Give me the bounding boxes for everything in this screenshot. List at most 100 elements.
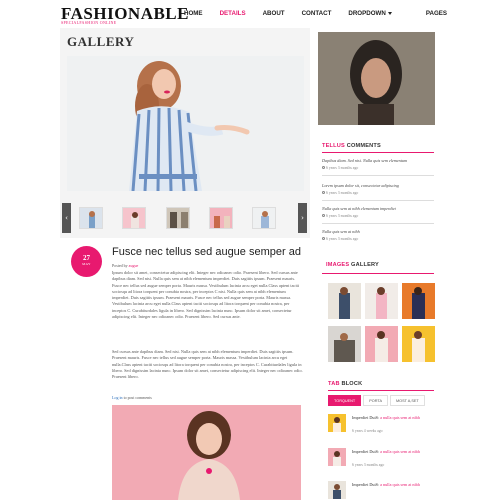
date-day: 27 bbox=[83, 254, 90, 262]
tab-item-time: 6 years 3 months ago bbox=[352, 463, 385, 467]
chevron-left-icon: ‹ bbox=[65, 214, 68, 222]
comment-time-text: 6 years 3 months ago bbox=[326, 166, 359, 170]
images-gallery-heading: IMAGES GALLERY bbox=[326, 262, 379, 268]
divider bbox=[322, 223, 434, 224]
tab-item-title: Imperdiet DuiS: a nulla quis sem at nibh bbox=[352, 449, 434, 455]
images-heading-accent: IMAGES bbox=[326, 262, 350, 268]
tab-item-title-pre: Imperdiet DuiS: bbox=[352, 449, 381, 454]
tab-item-title-link[interactable]: a nulla quis sem at nibh bbox=[380, 415, 420, 420]
woman-portrait-image bbox=[318, 32, 435, 125]
nav-pages[interactable]: PAGES bbox=[426, 10, 447, 17]
post-body-paragraph: Sed cursus ante dapibus diam. Sed nisi. … bbox=[112, 349, 303, 380]
clock-icon bbox=[322, 191, 325, 194]
nav-dropdown-wrap[interactable]: DROPDOWN bbox=[348, 10, 408, 17]
comment-link[interactable]: Dapibus diam. Sed nisi. Nulla quis sem e… bbox=[322, 158, 407, 163]
next-arrow-button[interactable]: › bbox=[298, 203, 307, 233]
thumbnail-image bbox=[80, 208, 102, 228]
divider bbox=[322, 175, 434, 176]
comment-time-text: 6 years 3 months ago bbox=[326, 237, 359, 241]
divider bbox=[328, 390, 434, 391]
comment-time-text: 6 years 3 months ago bbox=[326, 191, 359, 195]
tab-item-thumbnail bbox=[328, 414, 346, 432]
tab-item-title-link[interactable]: a nulla quis sem at nibh bbox=[380, 482, 420, 487]
gallery-image bbox=[402, 326, 435, 362]
clock-icon bbox=[322, 214, 325, 217]
divider bbox=[322, 273, 434, 274]
comment-time: 6 years 3 months ago bbox=[322, 237, 358, 241]
prev-arrow-button[interactable]: ‹ bbox=[62, 203, 71, 233]
comment-time: 6 years 3 months ago bbox=[322, 166, 358, 170]
post-image bbox=[112, 405, 301, 500]
gallery-thumb-4[interactable] bbox=[209, 207, 233, 229]
gallery-grid-item[interactable] bbox=[328, 283, 361, 319]
tab-bar: TORQUENT PORTA MOST A,SET bbox=[328, 395, 427, 406]
gallery-grid-item[interactable] bbox=[328, 326, 361, 362]
tab-heading-accent: TAB bbox=[328, 381, 340, 387]
nav-dropdown[interactable]: DROPDOWN bbox=[348, 10, 385, 17]
date-month: MAY bbox=[82, 262, 91, 266]
gallery-image bbox=[402, 283, 435, 319]
gallery-hero-image[interactable] bbox=[67, 56, 304, 191]
sidebar-featured-image bbox=[318, 32, 435, 125]
tab-list-item[interactable]: Imperdiet DuiS: a nulla quis sem at nibh… bbox=[328, 414, 434, 442]
thumbnail-image bbox=[253, 208, 275, 228]
thumbnail-image bbox=[167, 208, 189, 228]
login-to-comment: Log in to post comments bbox=[112, 395, 152, 400]
clock-icon bbox=[322, 166, 325, 169]
tab-item-title-link[interactable]: a nulla quis sem at nibh bbox=[380, 449, 420, 454]
gallery-thumb-2[interactable] bbox=[122, 207, 146, 229]
post-body-paragraph: Ipsum dolor sit amet, consectetur adipis… bbox=[112, 270, 300, 320]
tab-item-thumbnail bbox=[328, 481, 346, 499]
tab-item-title-pre: Imperdiet DuiS: bbox=[352, 415, 381, 420]
tab-torquent[interactable]: TORQUENT bbox=[328, 395, 362, 406]
tab-heading-rest: BLOCK bbox=[341, 381, 363, 387]
gallery-grid-item[interactable] bbox=[402, 283, 435, 319]
comment-link[interactable]: Nulla quis sem at nibh bbox=[322, 229, 360, 234]
comment-time-text: 6 years 3 months ago bbox=[326, 214, 359, 218]
comments-heading-rest: COMMENTS bbox=[346, 143, 381, 149]
site-tagline: SPECIALFASHION ONLINE bbox=[61, 20, 117, 25]
tab-item-image bbox=[328, 414, 346, 432]
comment-link[interactable]: Nulla quis sem at nibh elementum imperdi… bbox=[322, 206, 396, 211]
nav-details[interactable]: DETAILS bbox=[220, 10, 246, 17]
gallery-grid-item[interactable] bbox=[365, 283, 398, 319]
posted-by: Posted by augue bbox=[112, 263, 138, 268]
comment-time: 6 years 3 months ago bbox=[322, 214, 358, 218]
comment-link[interactable]: Lorem ipsum dolor sit, consectetur adipi… bbox=[322, 183, 399, 188]
gallery-image bbox=[328, 283, 361, 319]
gallery-image bbox=[365, 283, 398, 319]
woman-pink-background-image bbox=[112, 405, 301, 500]
gallery-grid-item[interactable] bbox=[365, 326, 398, 362]
chevron-right-icon: › bbox=[301, 214, 304, 222]
comments-heading: TELLUS COMMENTS bbox=[322, 143, 381, 149]
tab-most-aset[interactable]: MOST A,SET bbox=[389, 395, 425, 406]
tab-item-title-pre: Imperdiet DuiS: bbox=[352, 482, 381, 487]
posted-by-prefix: Posted by bbox=[112, 263, 128, 268]
clock-icon bbox=[322, 237, 325, 240]
main-nav: HOME DETAILS ABOUT CONTACT DROPDOWN PAGE… bbox=[184, 10, 464, 17]
tab-item-title: Imperdiet DuiS: a nulla quis sem at nibh bbox=[352, 415, 434, 421]
thumbnail-image bbox=[210, 208, 232, 228]
tab-item-title: Imperdiet DuiS: a nulla quis sem at nibh bbox=[352, 482, 434, 488]
woman-striped-shirt-image bbox=[67, 56, 304, 191]
nav-home[interactable]: HOME bbox=[184, 10, 203, 17]
page-title: GALLERY bbox=[67, 34, 135, 49]
nav-about[interactable]: ABOUT bbox=[263, 10, 285, 17]
gallery-thumb-5[interactable] bbox=[252, 207, 276, 229]
login-link[interactable]: Log in bbox=[112, 395, 123, 400]
login-suffix: to post comments bbox=[123, 395, 152, 400]
tab-item-thumbnail bbox=[328, 448, 346, 466]
tab-item-image bbox=[328, 448, 346, 466]
divider bbox=[322, 200, 434, 201]
nav-contact[interactable]: CONTACT bbox=[302, 10, 332, 17]
tab-list-item[interactable]: Imperdiet DuiS: a nulla quis sem at nibh bbox=[328, 481, 434, 500]
tab-block-heading: TAB BLOCK bbox=[328, 381, 362, 387]
tab-porta[interactable]: PORTA bbox=[363, 395, 388, 406]
gallery-grid-item[interactable] bbox=[402, 326, 435, 362]
post-title[interactable]: Fusce nec tellus sed augue semper ad bbox=[112, 246, 301, 258]
post-author-link[interactable]: augue bbox=[129, 263, 139, 268]
tab-list-item[interactable]: Imperdiet DuiS: a nulla quis sem at nibh… bbox=[328, 448, 434, 476]
gallery-thumb-1[interactable] bbox=[79, 207, 103, 229]
gallery-image bbox=[365, 326, 398, 362]
gallery-thumb-3[interactable] bbox=[166, 207, 190, 229]
